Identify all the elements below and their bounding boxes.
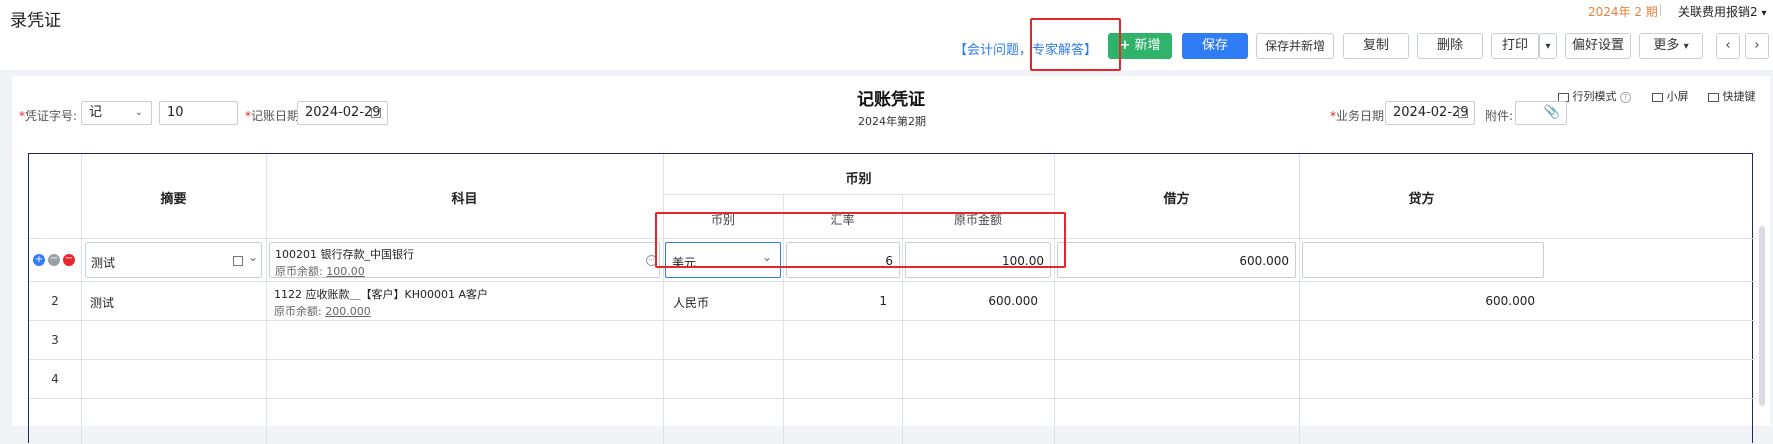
debit-input[interactable]: 600.000: [1057, 242, 1296, 278]
subject-cell[interactable]: 1122 应收账款＿【客户】KH00001 A客户: [274, 286, 488, 302]
calendar-icon: [371, 108, 381, 118]
balance-info: 原币余额: 200.000: [274, 305, 371, 318]
chevron-down-icon: ▾: [1545, 41, 1551, 52]
shortcut-button[interactable]: 快捷键: [1708, 88, 1756, 104]
scrollbar[interactable]: [1759, 226, 1765, 406]
summary-input[interactable]: 测试 ⌄: [85, 242, 262, 278]
add-row-icon[interactable]: +: [33, 254, 45, 266]
chevron-down-icon: ⌄: [134, 107, 143, 118]
date-input[interactable]: 2024-02-29: [297, 101, 388, 125]
help-icon: ?: [1620, 92, 1631, 103]
row-divider: [29, 398, 1754, 399]
divider: [1660, 4, 1661, 16]
save-new-button[interactable]: 保存并新增: [1256, 33, 1334, 59]
row-number: 3: [51, 333, 59, 347]
credit-input[interactable]: [1302, 242, 1544, 278]
subject-input[interactable]: 100201 银行存款_中国银行 原币余额: 100.00 ···: [269, 242, 660, 278]
voucher-word-value: 记: [89, 105, 103, 120]
row-divider: [29, 281, 1754, 282]
add-label: 新增: [1134, 38, 1161, 53]
highlight-save: [1030, 18, 1121, 71]
highlight-currency-row: [655, 212, 1066, 268]
balance-link[interactable]: 100.00: [326, 265, 365, 278]
summary-cell[interactable]: 测试: [90, 294, 114, 311]
attach-input[interactable]: 📎: [1515, 101, 1567, 125]
subject-value: 100201 银行存款_中国银行: [275, 248, 414, 261]
biz-date-input[interactable]: 2024-02-29: [1385, 101, 1475, 125]
row-divider: [663, 194, 1054, 195]
balance-info: 原币余额: 100.00: [275, 265, 365, 278]
next-button[interactable]: ›: [1745, 33, 1769, 59]
small-screen-button[interactable]: 小屏: [1652, 88, 1689, 104]
screen-icon: [1652, 92, 1663, 102]
row-divider: [29, 359, 1754, 360]
shortcut-label: 快捷键: [1722, 90, 1756, 103]
row-divider: [29, 320, 1754, 321]
plus-icon: +: [1119, 38, 1131, 53]
chevron-left-icon: ‹: [1725, 38, 1731, 53]
col-divider: [663, 154, 664, 444]
prev-button[interactable]: ‹: [1716, 33, 1740, 59]
more-label: 更多: [1653, 38, 1680, 53]
header-summary: 摘要: [160, 192, 187, 207]
header-debit: 借方: [1163, 192, 1190, 207]
header-credit: 贷方: [1408, 192, 1435, 207]
row-col-mode-button[interactable]: 行列模式 ?: [1558, 88, 1631, 104]
delete-button[interactable]: 删除: [1417, 33, 1483, 59]
calendar-icon: [1458, 108, 1468, 118]
orig-amount-cell[interactable]: 600.000: [988, 294, 1038, 308]
report-menu[interactable]: 关联费用报销2 ▾: [1678, 3, 1767, 20]
period-label[interactable]: 2024年 2 期: [1588, 3, 1658, 20]
insert-row-icon[interactable]: −: [48, 254, 60, 266]
header-subject: 科目: [451, 192, 478, 207]
biz-date-label: *业务日期:: [1330, 109, 1389, 123]
credit-cell[interactable]: 600.000: [1485, 294, 1535, 308]
copy-icon[interactable]: [233, 256, 243, 266]
voucher-word-select[interactable]: 记 ⌄: [81, 101, 152, 125]
currency-cell[interactable]: 人民币: [673, 294, 709, 311]
chevron-down-icon: ⌄: [248, 250, 259, 264]
chevron-right-icon: ›: [1754, 38, 1760, 53]
chevron-down-icon: ▾: [1683, 41, 1689, 52]
voucher-period: 2024年第2期: [858, 115, 926, 128]
debit-value: 600.000: [1239, 254, 1289, 268]
voucher-table: 摘要 科目 币别 币别 汇率 原币金额 借方 贷方 + − − 测试 ⌄ 100…: [28, 153, 1754, 444]
attach-label: 附件:: [1485, 109, 1514, 123]
save-button[interactable]: 保存: [1182, 33, 1248, 59]
balance-link[interactable]: 200.000: [325, 305, 371, 318]
voucher-number-input[interactable]: 10: [159, 101, 238, 125]
rate-cell[interactable]: 1: [879, 294, 887, 308]
paperclip-icon: 📎: [1543, 105, 1560, 120]
chevron-down-icon: ▾: [1761, 8, 1767, 19]
report-menu-label: 关联费用报销2: [1678, 5, 1758, 19]
small-screen-label: 小屏: [1666, 90, 1689, 103]
date-value: 2024-02-29: [305, 105, 381, 120]
date-label: *记账日期:: [245, 109, 304, 123]
voucher-title: 记账凭证: [857, 90, 925, 110]
print-dropdown-button[interactable]: ▾: [1539, 33, 1557, 59]
row-col-mode-label: 行列模式: [1572, 90, 1617, 103]
top-bar: 录凭证 2024年 2 期 关联费用报销2 ▾ 【会计问题，专家解答】 + 新增…: [0, 0, 1773, 70]
keyboard-icon: [1708, 92, 1719, 102]
copy-button[interactable]: 复制: [1343, 33, 1409, 59]
delete-row-icon[interactable]: −: [63, 254, 75, 266]
row-number: 2: [51, 294, 59, 308]
more-button[interactable]: 更多 ▾: [1639, 33, 1703, 59]
header-currency-group: 币别: [845, 172, 872, 187]
print-button[interactable]: 打印: [1491, 33, 1539, 59]
prefs-button[interactable]: 偏好设置: [1565, 33, 1631, 59]
voucher-word-label: *凭证字号:: [19, 109, 78, 123]
row-number: 4: [51, 372, 59, 386]
summary-value: 测试: [91, 256, 116, 270]
page-title: 录凭证: [10, 11, 61, 31]
